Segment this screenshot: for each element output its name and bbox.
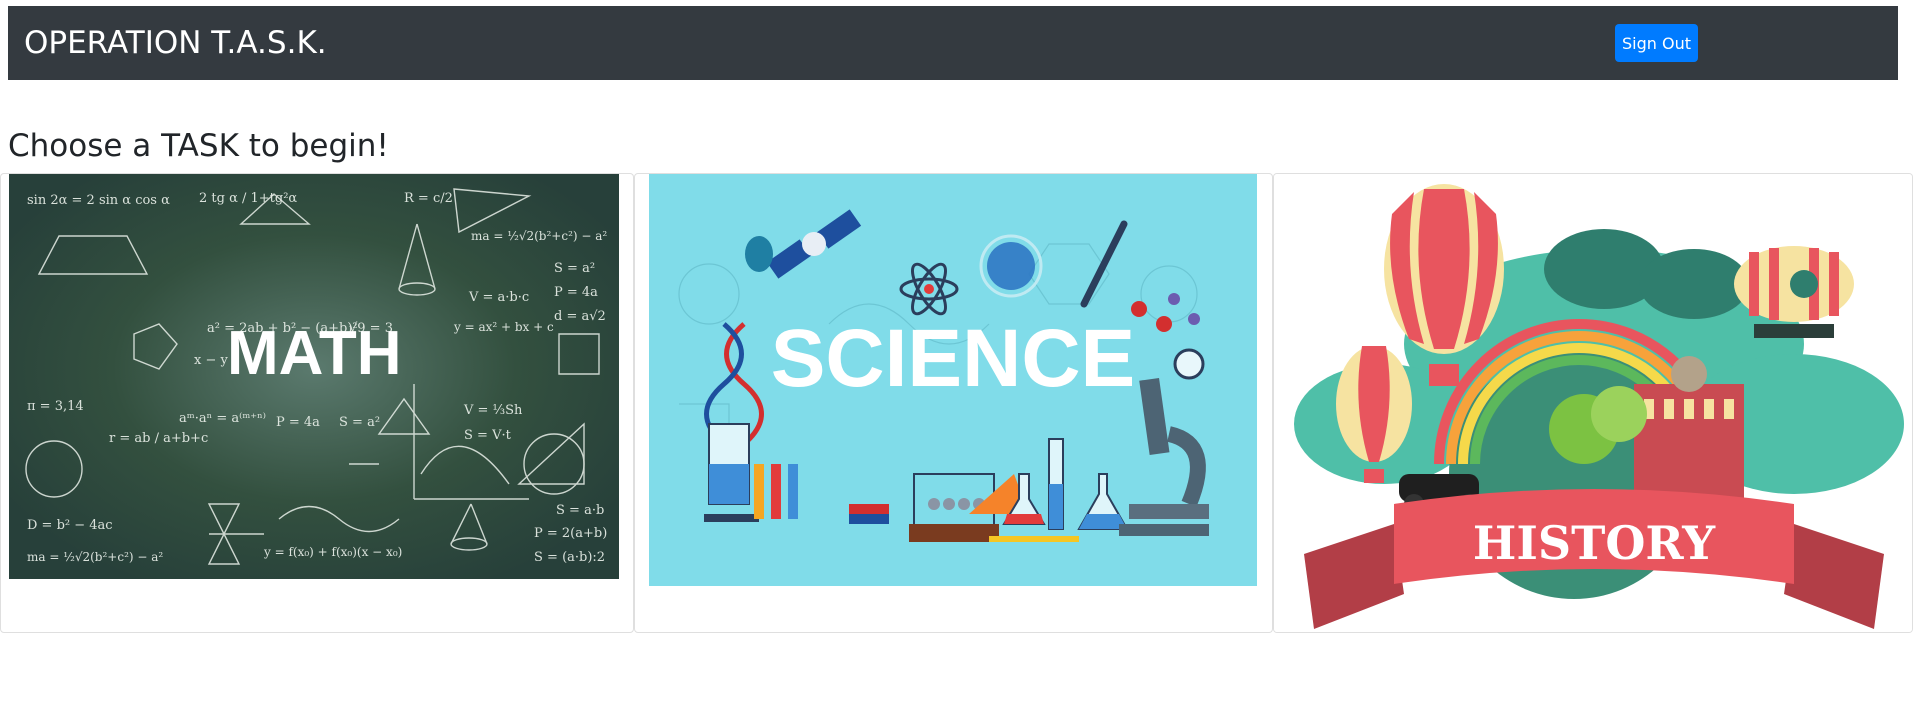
formula: S = (a·b):2 [534,550,605,565]
formula: sin 2α = 2 sin α cos α [27,193,170,208]
formula: S = a² [554,261,595,276]
task-card-math[interactable]: sin 2α = 2 sin α cos α 2 tg α / 1+tg²α R… [0,173,634,633]
formula: S = a·b [556,503,604,518]
formula: P = 4a [276,415,320,430]
formula: ma = ½√2(b²+c²) − a² [471,229,607,243]
formula: 2 tg α / 1+tg²α [199,191,297,206]
formula: D = b² − 4ac [27,518,113,533]
formula: V = a·b·c [468,290,529,305]
math-card-image[interactable]: sin 2α = 2 sin α cos α 2 tg α / 1+tg²α R… [9,174,619,579]
task-card-history[interactable]: HISTORY [1273,173,1913,633]
top-navbar: OPERATION T.A.S.K. Sign Out [8,6,1898,80]
formula: S = V·t [464,428,512,443]
brand-title[interactable]: OPERATION T.A.S.K. [24,6,327,80]
formula: V = ⅓Sh [463,403,523,418]
formula: P = 4a [554,285,598,300]
formula: S = a² [339,415,380,430]
formula: d = a√2 [554,309,606,324]
science-label: SCIENCE [771,313,1136,404]
formula: ma = ½√2(b²+c²) − a² [27,550,163,564]
sign-out-button[interactable]: Sign Out [1615,24,1698,62]
formula: P = 2(a+b) [534,526,607,541]
math-label: MATH [227,319,401,388]
formula: x − y [194,353,228,368]
cell-icon [987,242,1035,290]
formula: aᵐ·aⁿ = a⁽ᵐ⁺ⁿ⁾ [179,411,266,426]
formula: y = f(x₀) + f(x₀)(x − x₀) [263,545,402,559]
bacteria-icon [745,236,773,272]
formula: y = ax² + bx + c [453,320,554,334]
science-card-image[interactable]: SCIENCE [649,174,1257,586]
formula: R = c/2 [404,191,453,206]
history-label: HISTORY [1473,516,1716,570]
page-heading: Choose a TASK to begin! [8,128,389,164]
task-card-science[interactable]: SCIENCE [634,173,1273,633]
formula: r = ab / a+b+c [109,431,208,446]
formula: π = 3,14 [27,399,84,414]
history-card-image[interactable]: HISTORY [1274,174,1912,632]
